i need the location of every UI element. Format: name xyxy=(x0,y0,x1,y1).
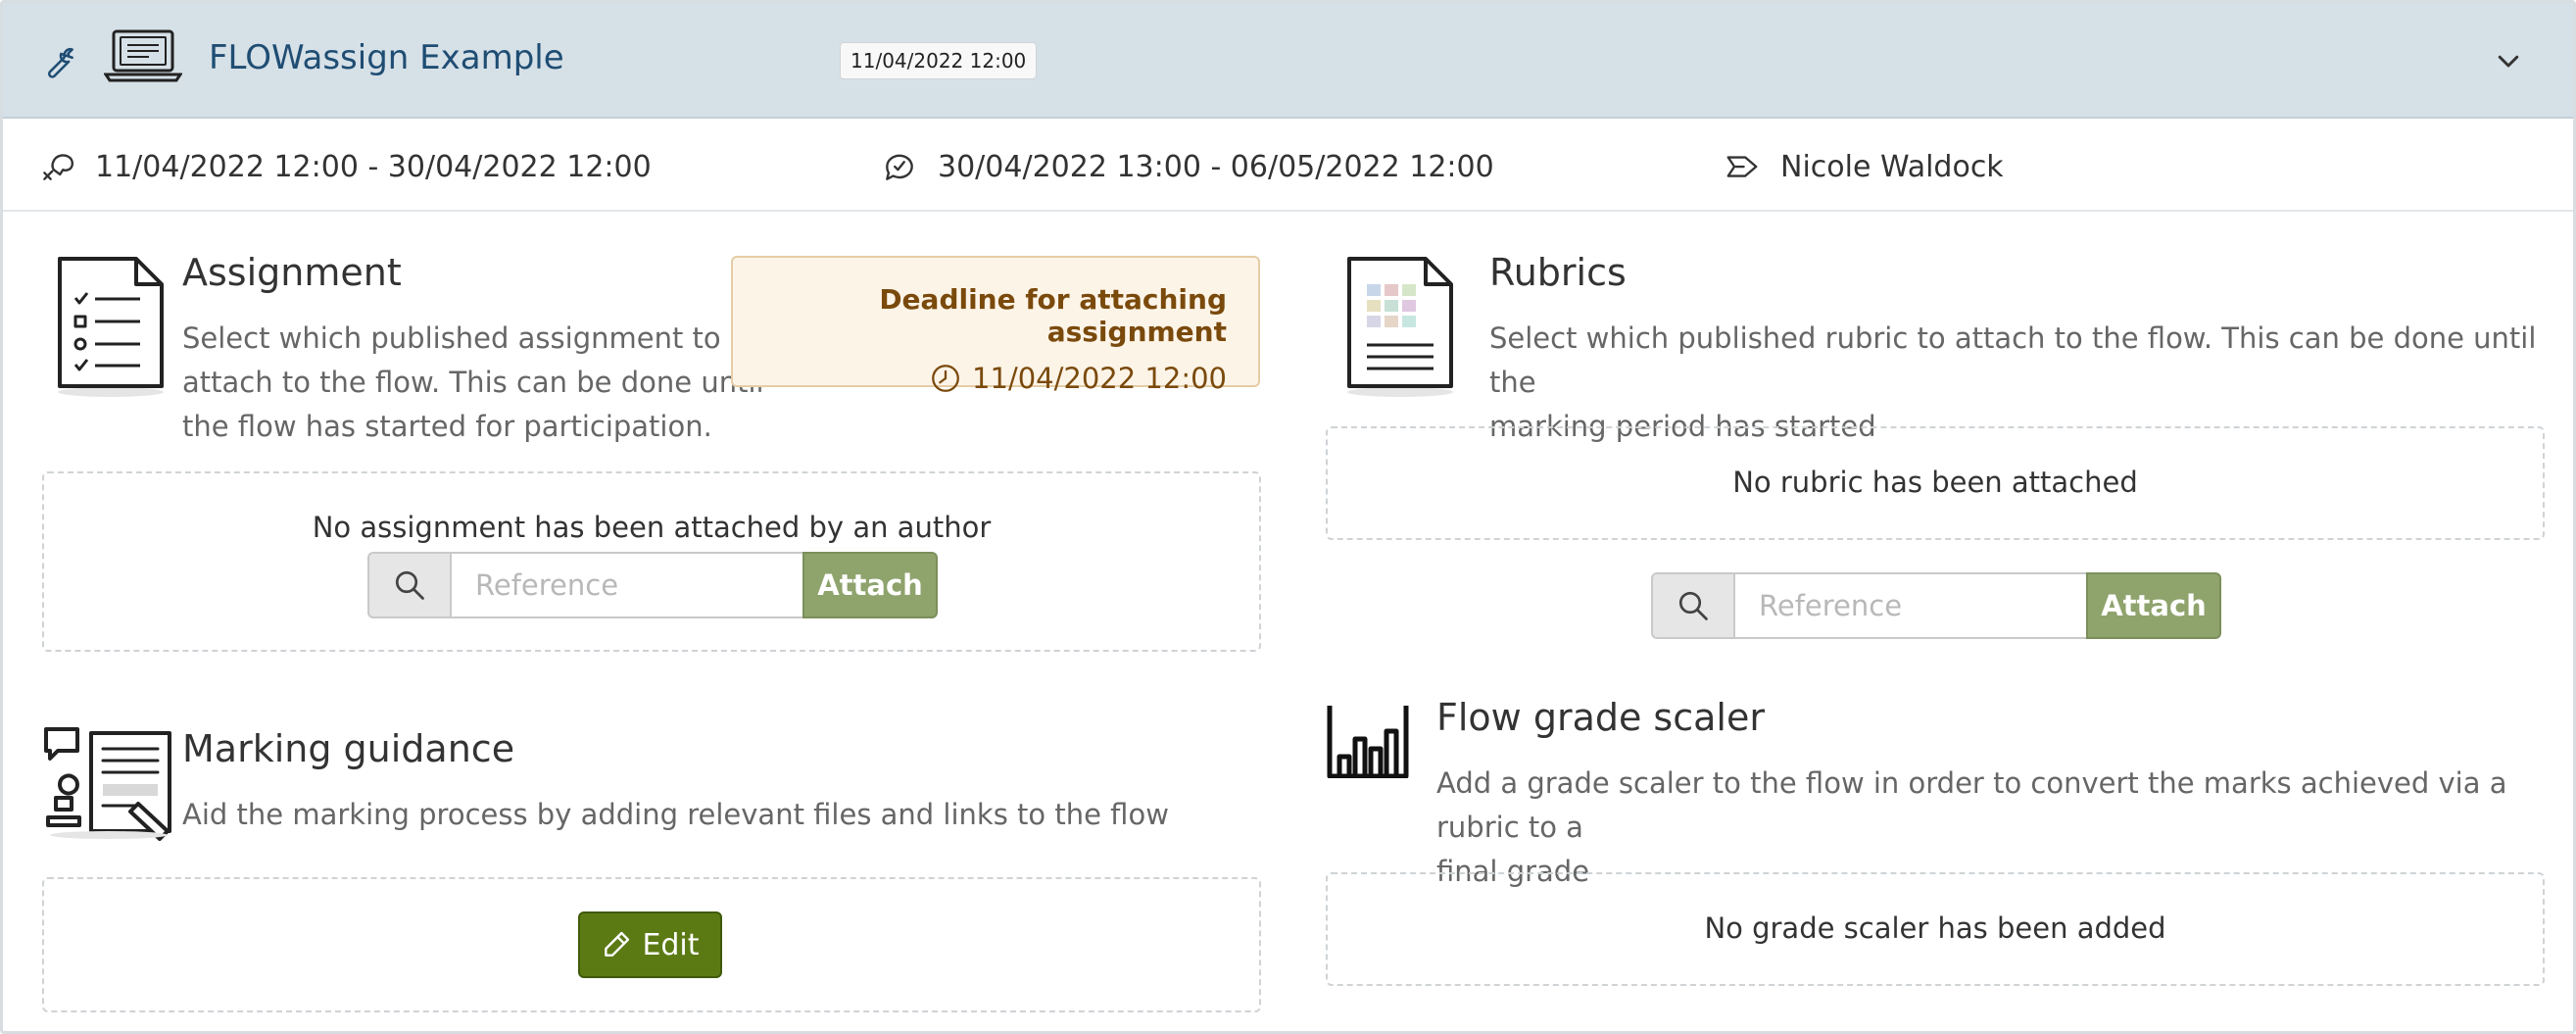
participation-period-text: 11/04/2022 12:00 - 30/04/2022 12:00 xyxy=(95,149,652,184)
deadline-title: Deadline for attaching assignment xyxy=(879,283,1227,348)
author-icon xyxy=(1726,156,1758,177)
grade-scaler-chart-icon xyxy=(1327,706,1409,778)
edit-button[interactable]: Edit xyxy=(578,911,722,978)
search-icon xyxy=(1678,591,1708,620)
grade-scaler-title: Flow grade scaler xyxy=(1436,696,1765,739)
marking-guidance-description: Aid the marking process by adding releva… xyxy=(182,798,1169,831)
marking-period-text: 30/04/2022 13:00 - 06/05/2022 12:00 xyxy=(938,149,1494,184)
flow-panel: FLOWassign Example 11/04/2022 12:00 11/0… xyxy=(0,0,2576,1034)
flow-header[interactable]: FLOWassign Example 11/04/2022 12:00 xyxy=(3,3,2573,119)
pencil-icon xyxy=(605,931,630,957)
rubric-empty-text: No rubric has been attached xyxy=(1732,466,2138,499)
rubric-reference-group: Attach xyxy=(1651,572,2221,639)
assignment-reference-group: Attach xyxy=(367,552,938,618)
assignment-attach-box: No assignment has been attached by an au… xyxy=(42,471,1261,652)
laptop-icon xyxy=(104,29,182,82)
assignment-search-button[interactable] xyxy=(367,552,450,618)
marking-guidance-title: Marking guidance xyxy=(182,727,515,770)
marking-icon xyxy=(886,154,913,180)
assignment-attach-button[interactable]: Attach xyxy=(802,552,938,618)
rubric-status-box: No rubric has been attached xyxy=(1326,426,2545,540)
assignment-description: Select which published assignment to att… xyxy=(182,321,764,443)
wrench-icon[interactable] xyxy=(38,44,75,81)
rubric-attach-button[interactable]: Attach xyxy=(2086,572,2221,639)
rubrics-title: Rubrics xyxy=(1489,251,1627,294)
assignment-reference-input[interactable] xyxy=(450,552,802,618)
clock-icon xyxy=(932,365,959,392)
author: Nicole Waldock xyxy=(1724,148,2004,185)
author-name: Nicole Waldock xyxy=(1780,149,2004,184)
chevron-down-icon[interactable] xyxy=(2494,46,2523,75)
grade-scaler-status-box: No grade scaler has been added xyxy=(1326,872,2545,986)
assignment-deadline-card: Deadline for attaching assignment 11/04/… xyxy=(731,256,1260,395)
rubric-reference-input[interactable] xyxy=(1733,572,2086,639)
search-icon xyxy=(395,570,424,600)
edit-label: Edit xyxy=(642,927,700,962)
marking-guidance-icon xyxy=(44,727,171,841)
grade-scaler-empty-text: No grade scaler has been added xyxy=(1704,911,2166,945)
rubric-search-button[interactable] xyxy=(1651,572,1733,639)
marking-period: 30/04/2022 13:00 - 06/05/2022 12:00 xyxy=(881,148,1494,185)
flow-title: FLOWassign Example xyxy=(209,38,564,77)
participation-period: 11/04/2022 12:00 - 30/04/2022 12:00 xyxy=(38,148,652,185)
deadline-date: 11/04/2022 12:00 xyxy=(733,362,1227,395)
assignment-title: Assignment xyxy=(182,251,402,294)
date-badge: 11/04/2022 12:00 xyxy=(840,42,1038,79)
assignment-document-icon xyxy=(58,257,164,397)
flow-info-row: 11/04/2022 12:00 - 30/04/2022 12:00 30/0… xyxy=(3,119,2573,212)
participation-icon xyxy=(43,154,74,180)
assignment-empty-text: No assignment has been attached by an au… xyxy=(312,511,992,544)
rubric-document-icon xyxy=(1347,257,1453,397)
